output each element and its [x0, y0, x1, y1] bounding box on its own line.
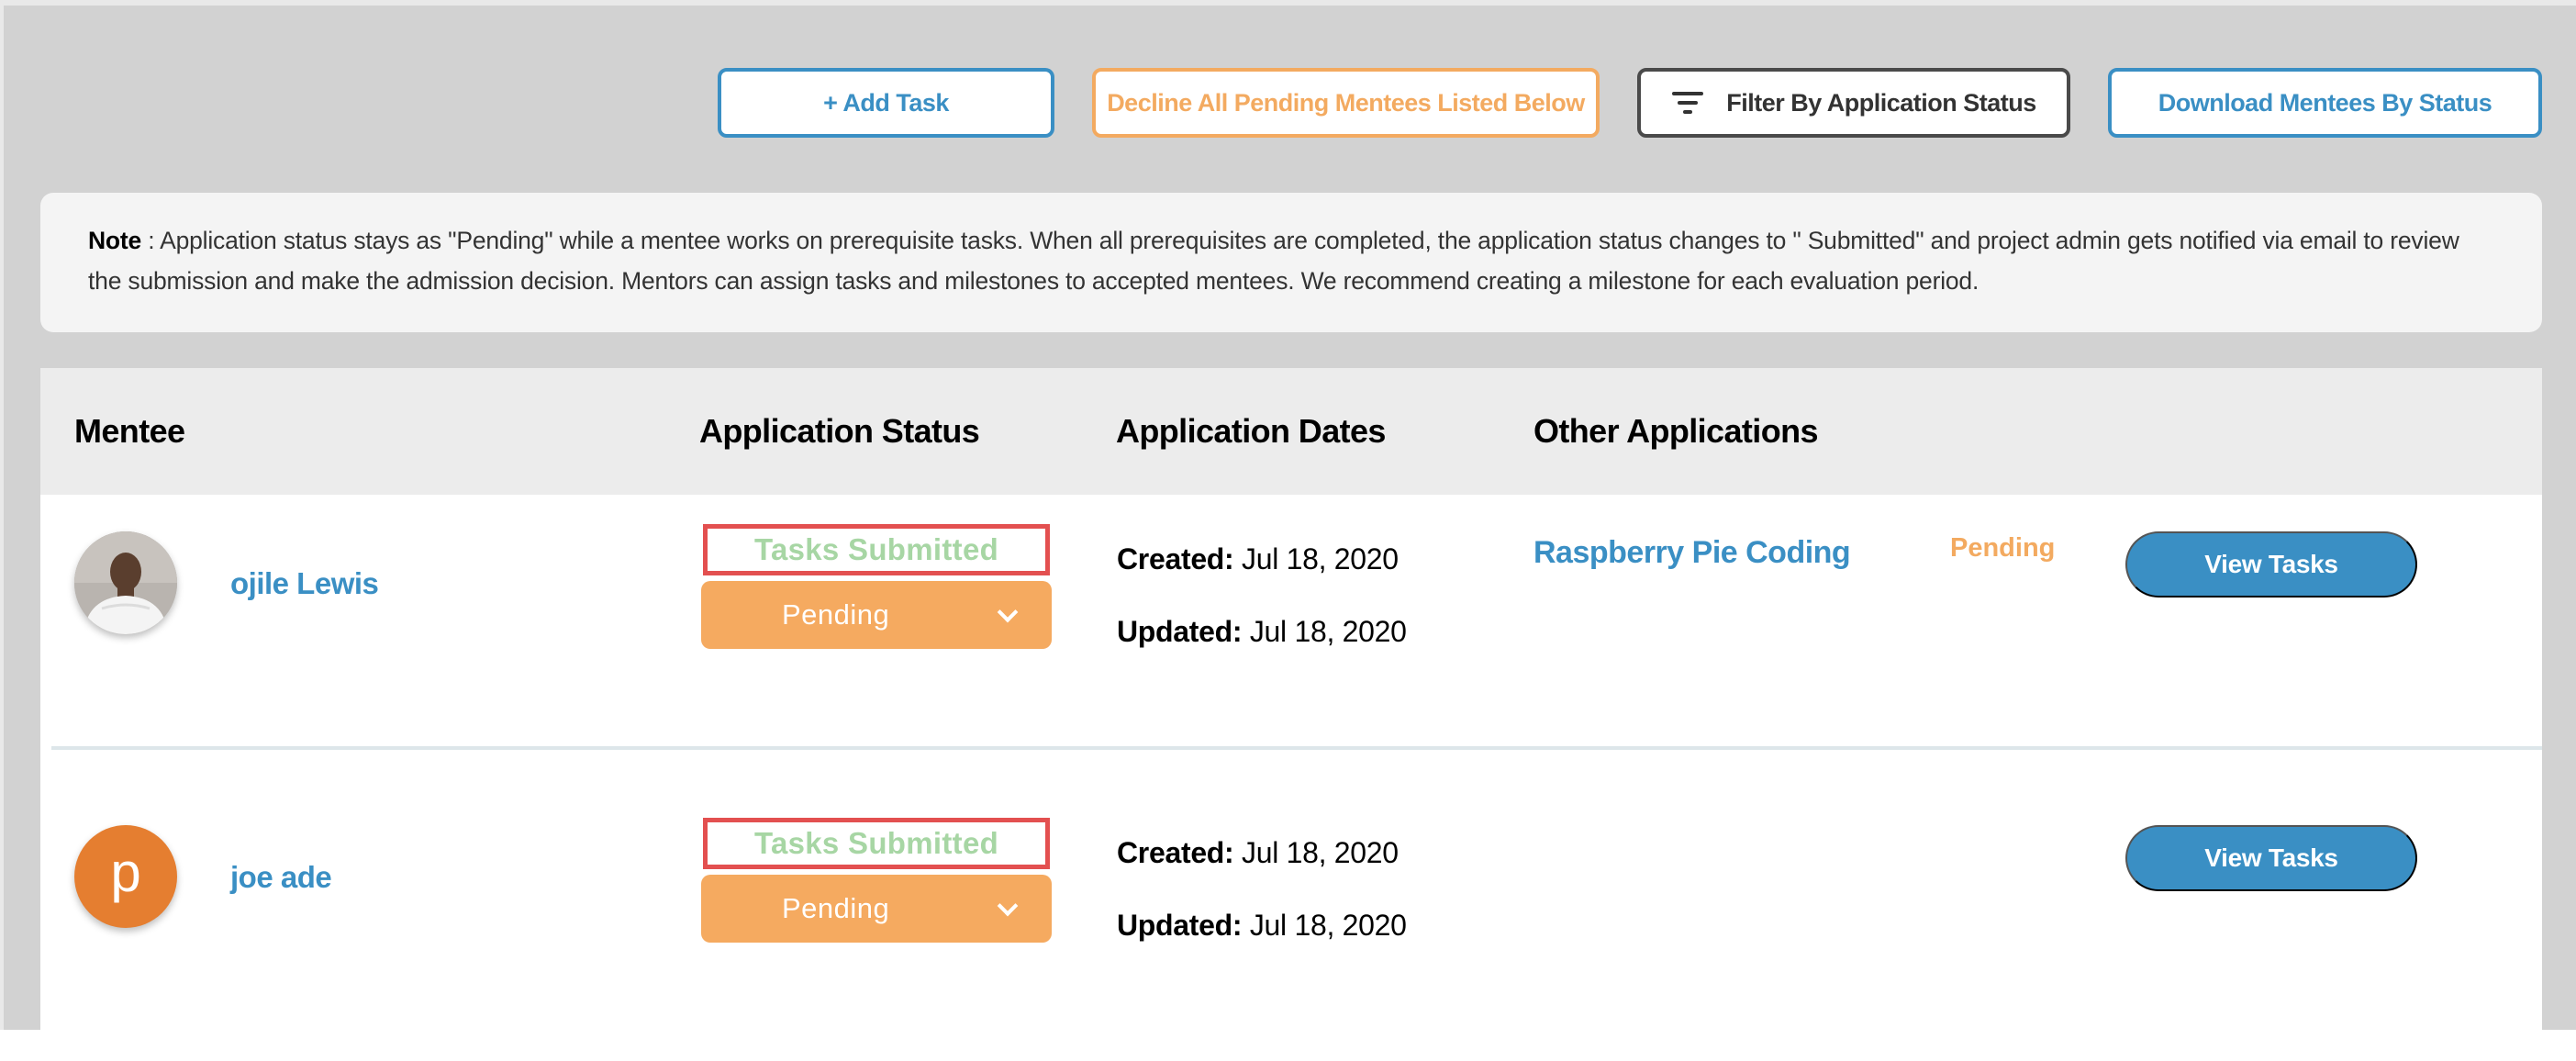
- note-panel: Note : Application status stays as "Pend…: [40, 193, 2542, 332]
- created-value: Jul 18, 2020: [1233, 836, 1399, 869]
- filter-label: Filter By Application Status: [1726, 88, 2036, 117]
- row-divider: [51, 746, 2542, 750]
- status-value: Pending: [782, 892, 890, 924]
- other-application-link[interactable]: Raspberry Pie Coding: [1533, 535, 1851, 571]
- table-header: Mentee Application Status Application Da…: [40, 368, 2542, 495]
- user-photo-icon: [74, 531, 177, 634]
- created-label: Created:: [1117, 542, 1234, 575]
- view-tasks-button[interactable]: View Tasks: [2125, 531, 2417, 598]
- header-mentee: Mentee: [74, 412, 185, 450]
- status-value: Pending: [782, 598, 890, 631]
- add-task-button[interactable]: + Add Task: [718, 68, 1054, 138]
- chevron-down-icon: [997, 895, 1019, 917]
- note-prefix: Note: [88, 227, 142, 254]
- created-date: Created: Jul 18, 2020: [1117, 836, 1399, 870]
- download-mentees-button[interactable]: Download Mentees By Status: [2108, 68, 2542, 138]
- updated-label: Updated:: [1117, 909, 1243, 942]
- page-frame: + Add Task Decline All Pending Mentees L…: [0, 0, 2576, 1035]
- view-tasks-button[interactable]: View Tasks: [2125, 825, 2417, 891]
- table-row: p joe ade Tasks Submitted Pending Create…: [40, 788, 2542, 1061]
- application-status-dropdown[interactable]: Pending: [701, 581, 1052, 649]
- decline-all-pending-button[interactable]: Decline All Pending Mentees Listed Below: [1092, 68, 1600, 138]
- avatar[interactable]: [74, 531, 177, 634]
- header-application-status: Application Status: [699, 412, 980, 450]
- chevron-down-icon: [997, 601, 1019, 623]
- mentee-table: Mentee Application Status Application Da…: [40, 368, 2542, 1035]
- application-status-dropdown[interactable]: Pending: [701, 875, 1052, 943]
- updated-value: Jul 18, 2020: [1242, 615, 1407, 648]
- filter-icon: [1671, 90, 1704, 116]
- other-application-status: Pending: [1950, 533, 2056, 563]
- created-label: Created:: [1117, 836, 1234, 869]
- header-other-applications: Other Applications: [1533, 412, 1819, 450]
- updated-date: Updated: Jul 18, 2020: [1117, 909, 1407, 943]
- avatar[interactable]: p: [74, 825, 177, 928]
- created-date: Created: Jul 18, 2020: [1117, 542, 1399, 576]
- mentee-name-link[interactable]: joe ade: [230, 860, 332, 895]
- updated-label: Updated:: [1117, 615, 1243, 648]
- table-row: ojile Lewis Tasks Submitted Pending Crea…: [40, 495, 2542, 770]
- filter-by-status-button[interactable]: Filter By Application Status: [1637, 68, 2070, 138]
- note-text: : Application status stays as "Pending" …: [88, 227, 2459, 295]
- updated-value: Jul 18, 2020: [1242, 909, 1407, 942]
- mentee-name-link[interactable]: ojile Lewis: [230, 566, 379, 601]
- tasks-submitted-badge: Tasks Submitted: [703, 524, 1050, 575]
- header-application-dates: Application Dates: [1116, 412, 1386, 450]
- tasks-submitted-badge: Tasks Submitted: [703, 818, 1050, 869]
- created-value: Jul 18, 2020: [1233, 542, 1399, 575]
- updated-date: Updated: Jul 18, 2020: [1117, 615, 1407, 649]
